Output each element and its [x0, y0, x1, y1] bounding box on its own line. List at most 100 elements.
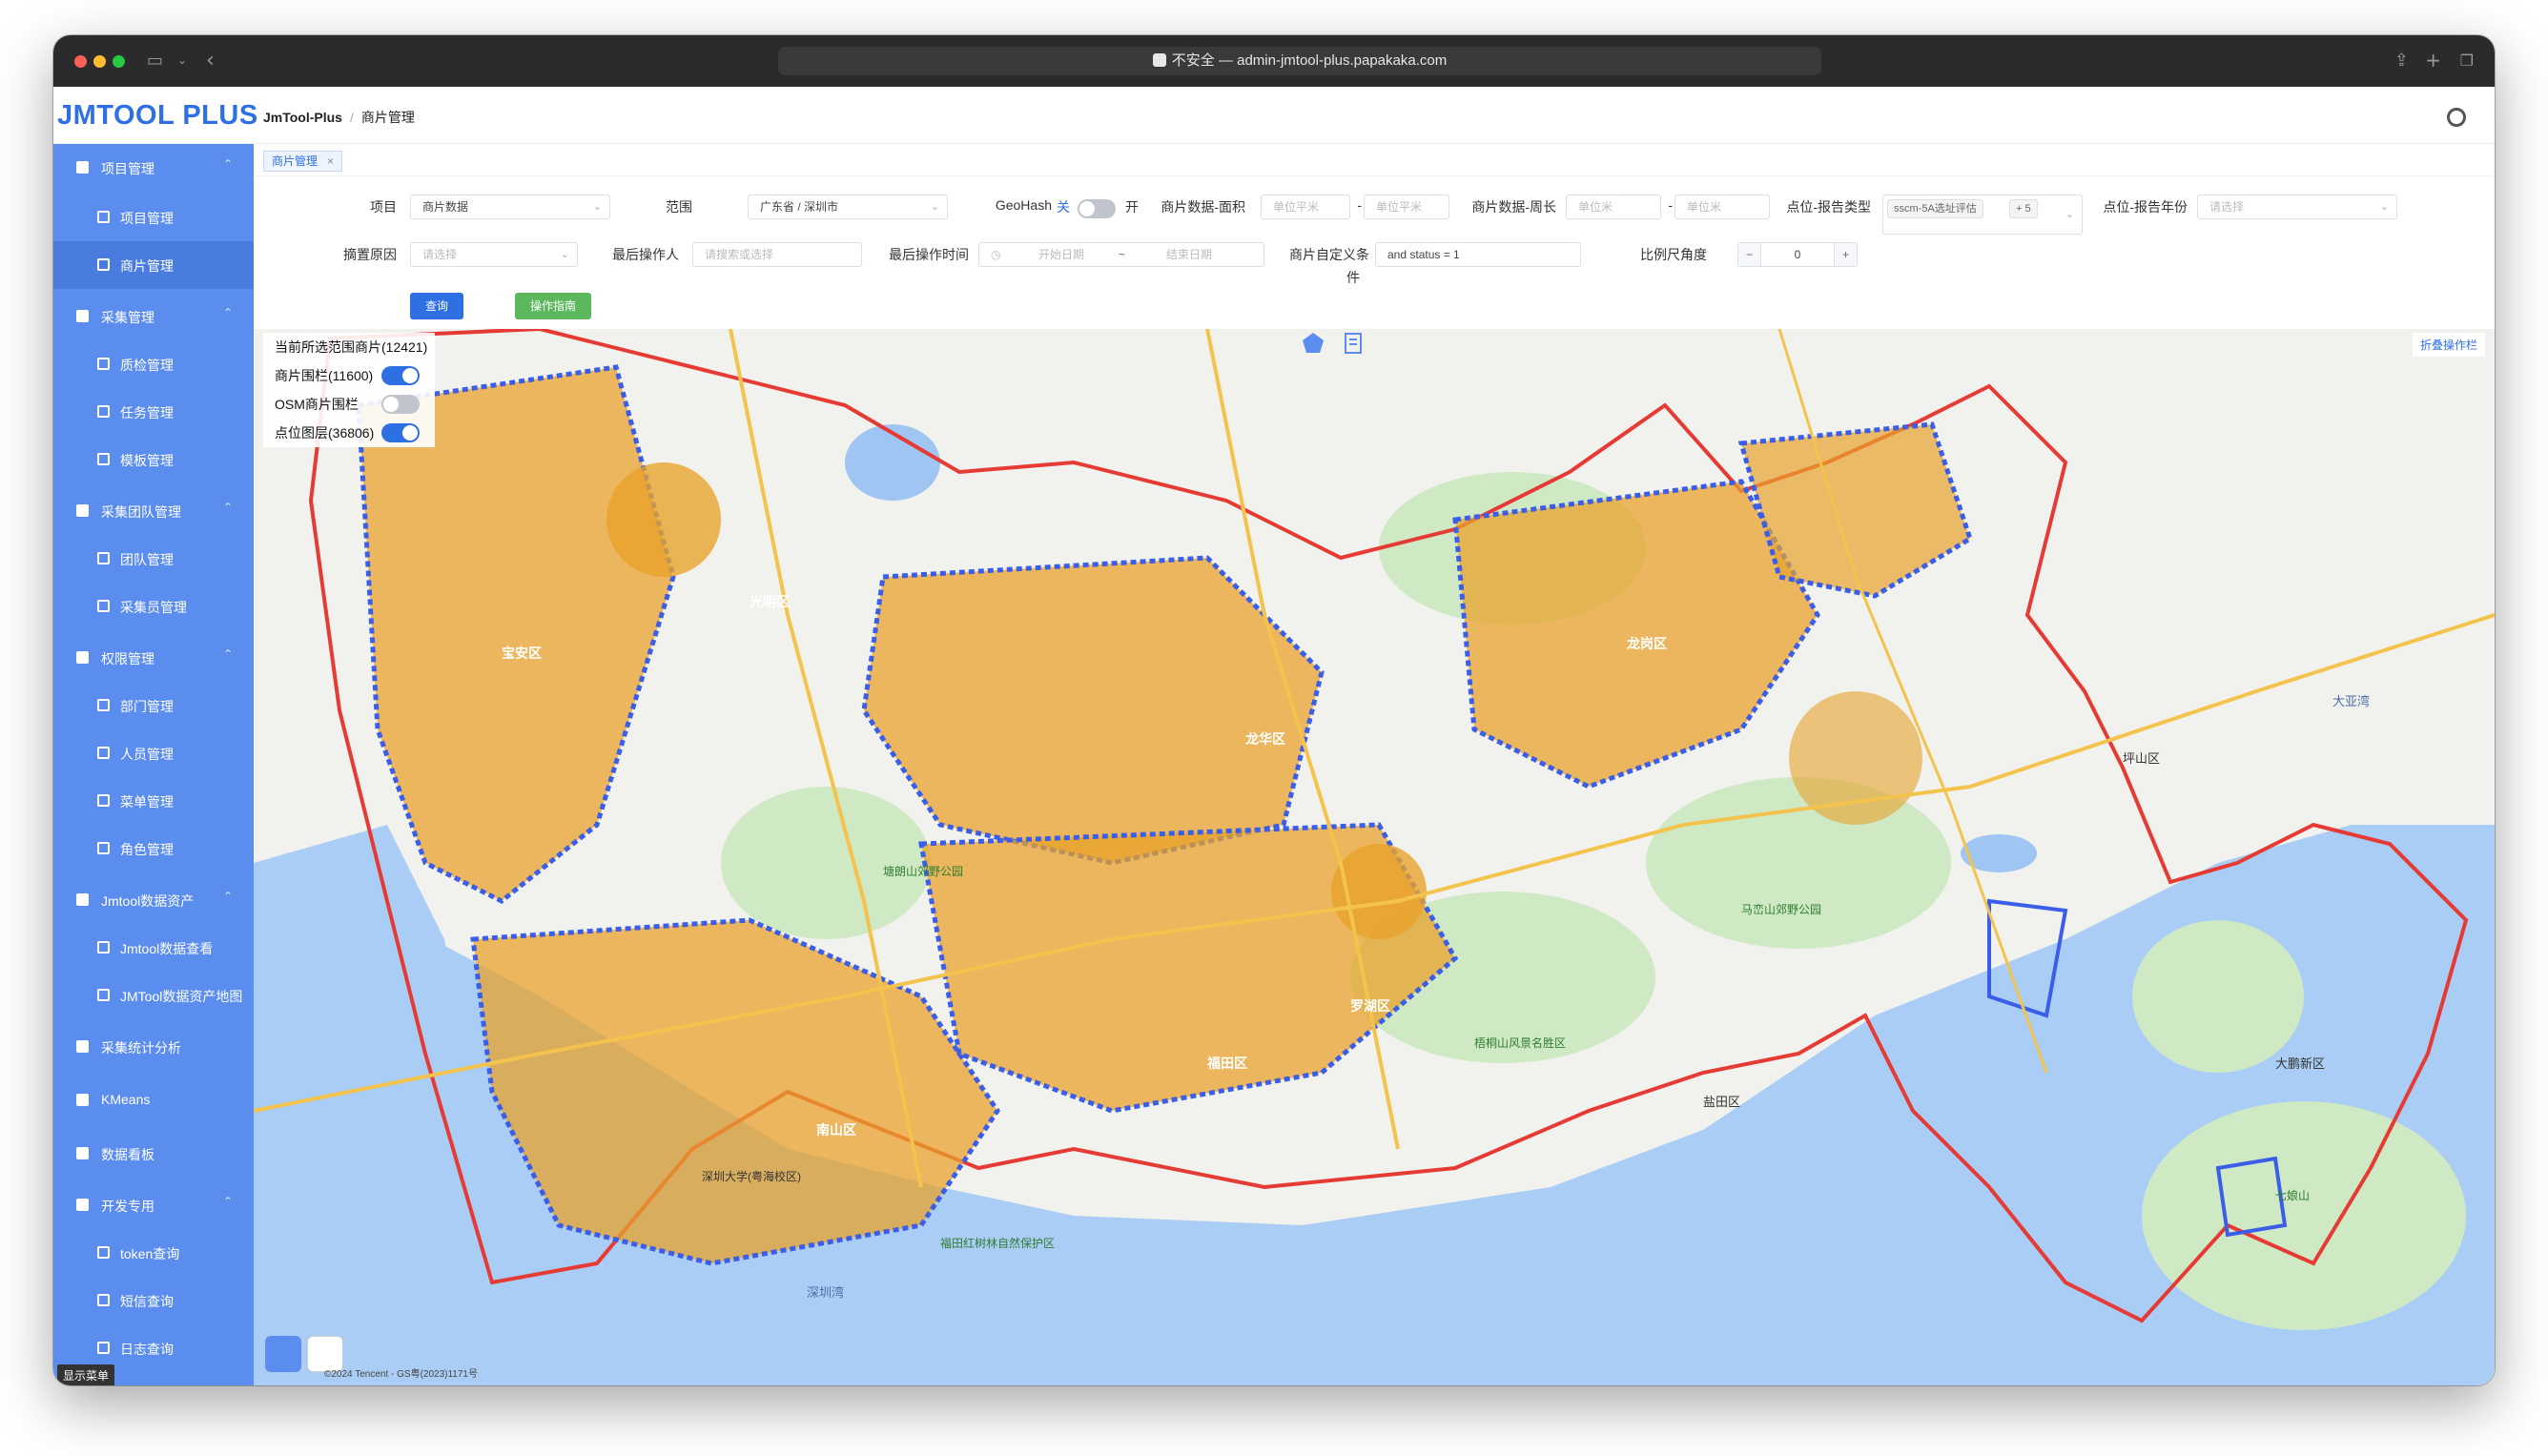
sidebar-group-label: 开发专用 [101, 1199, 154, 1214]
place-label: 七娘山 [2275, 1189, 2311, 1202]
custom-cond-value: and status = 1 [1387, 248, 1460, 261]
minimize-window-button[interactable] [93, 55, 106, 68]
map-copyright: ©2024 Tencent - GS粤(2023)1171号 [324, 1369, 478, 1380]
layer-toggle-points[interactable] [381, 423, 420, 442]
sidebar-item-sms[interactable]: 短信查询 [53, 1277, 254, 1324]
address-bar[interactable]: 不安全 — admin-jmtool-plus.papakaka.com [778, 47, 1821, 75]
area-min-input[interactable]: 单位平米 [1261, 195, 1350, 219]
close-reason-select[interactable]: 请选择 ⌄ [410, 242, 578, 267]
perimeter-max-input[interactable]: 单位米 [1675, 195, 1770, 219]
zoom-window-button[interactable] [113, 55, 125, 68]
sidebar-item-collector[interactable]: 采集员管理 [53, 583, 254, 630]
sidebar-group-assets[interactable]: Jmtool数据资产 ⌃ [53, 876, 254, 924]
project-select[interactable]: 商片数据 ⌄ [410, 195, 610, 219]
layer-toggle-osm[interactable] [381, 395, 420, 414]
app-logo[interactable]: JMTOOL PLUS [57, 100, 258, 132]
sidebar-toggle-icon[interactable]: ▭ [147, 51, 163, 71]
sidebar-item-asset-map[interactable]: JMTool数据资产地图 [53, 972, 254, 1019]
sidebar-group-dashboard[interactable]: 数据看板 [53, 1130, 254, 1178]
settings-icon[interactable] [2447, 108, 2466, 127]
place-label: 福田区 [1207, 1056, 1247, 1071]
geohash-off-label: 关 [1057, 199, 1070, 215]
sidebar-group-label: 项目管理 [101, 161, 154, 176]
guide-button[interactable]: 操作指南 [515, 293, 591, 319]
chevron-up-icon: ⌃ [222, 890, 233, 903]
perimeter-min-input[interactable]: 单位米 [1566, 195, 1661, 219]
tab-shangpian[interactable]: 商片管理 × [263, 151, 343, 172]
close-window-button[interactable] [74, 55, 87, 68]
date-range-picker[interactable]: ◷ 开始日期 ~ 结束日期 [978, 242, 1264, 267]
sidebar-group-project[interactable]: 项目管理 ⌃ [53, 144, 254, 192]
sidebar-group-collect[interactable]: 采集管理 ⌃ [53, 293, 254, 340]
scale-minus-button[interactable]: − [1738, 243, 1761, 266]
green-area [1646, 777, 1951, 949]
sidebar-item-label: 菜单管理 [120, 794, 174, 810]
chevron-down-icon[interactable]: ⌄ [177, 53, 187, 67]
geohash-toggle[interactable] [1078, 199, 1116, 218]
last-operator-select[interactable]: 请搜索或选择 [692, 242, 862, 267]
layers-icon[interactable] [265, 1336, 301, 1372]
new-tab-icon[interactable]: + [2425, 49, 2441, 72]
user-icon [76, 1147, 89, 1159]
address-text: 不安全 — admin-jmtool-plus.papakaka.com [1171, 52, 1448, 69]
area-max-placeholder: 单位平米 [1376, 200, 1423, 214]
report-type-tag[interactable]: sscm-5A选址评估 [1887, 199, 1983, 218]
green-area [2142, 1101, 2466, 1330]
sidebar-item-team[interactable]: 团队管理 [53, 535, 254, 583]
project-label: 项目 [370, 199, 397, 215]
layer-panel: 当前所选范围商片(12421) 商片围栏(11600) OSM商片围栏 点位图层… [263, 333, 435, 447]
last-operator-placeholder: 请搜索或选择 [705, 248, 774, 261]
sidebar-item-qc[interactable]: 质检管理 [53, 340, 254, 388]
last-time-label: 最后操作时间 [889, 247, 969, 262]
fold-toolbar-button[interactable]: 折叠操作栏 [2412, 333, 2485, 357]
back-icon[interactable]: ‹ [206, 49, 215, 72]
perimeter-label: 商片数据-周长 [1471, 199, 1556, 215]
tab-overview-icon[interactable]: ❐ [2460, 51, 2474, 70]
polygon-draw-icon[interactable] [1301, 331, 1325, 356]
map-view[interactable]: 光明区 龙华区 龙岗区 南山区 福田区 罗湖区 宝安区 坪山区 盐田区 大鹏新区… [254, 329, 2495, 1385]
breadcrumb-current: 商片管理 [360, 110, 415, 125]
sidebar: 项目管理 ⌃ 项目管理 商片管理 采集管理 ⌃ 质检管理 任务管理 模板管理 采集团… [53, 144, 254, 1385]
sidebar-item-label: 团队管理 [120, 552, 174, 567]
layer-label: OSM商片围栏 [275, 397, 359, 412]
custom-cond-input[interactable]: and status = 1 [1375, 242, 1581, 267]
layer-toggle-fence[interactable] [381, 366, 420, 385]
sidebar-item-dept[interactable]: 部门管理 [53, 682, 254, 729]
sidebar-item-staff[interactable]: 人员管理 [53, 729, 254, 777]
sidebar-item-menu[interactable]: 菜单管理 [53, 777, 254, 825]
sidebar-item-task[interactable]: 任务管理 [53, 388, 254, 436]
sidebar-item-token[interactable]: token查询 [53, 1229, 254, 1277]
sidebar-group-permission[interactable]: 权限管理 ⌃ [53, 634, 254, 682]
scale-value: 0 [1794, 248, 1801, 261]
breadcrumb-root[interactable]: JmTool-Plus [263, 110, 342, 125]
report-type-select[interactable]: sscm-5A选址评估 + 5 ⌄ [1882, 195, 2083, 235]
sidebar-group-kmeans[interactable]: KMeans [53, 1077, 254, 1124]
scale-stepper[interactable]: − 0 + [1737, 242, 1858, 267]
chevron-up-icon: ⌃ [222, 1195, 233, 1208]
close-icon[interactable]: × [327, 154, 334, 168]
sidebar-item-template[interactable]: 模板管理 [53, 436, 254, 483]
sidebar-item-data-view[interactable]: Jmtool数据查看 [53, 924, 254, 972]
layer-row-fence: 商片围栏(11600) [263, 361, 435, 390]
range-select[interactable]: 广东省 / 深圳市 ⌄ [748, 195, 948, 219]
area-max-input[interactable]: 单位平米 [1364, 195, 1449, 219]
sidebar-group-team[interactable]: 采集团队管理 ⌃ [53, 487, 254, 535]
map-canvas[interactable] [254, 329, 2495, 1385]
perimeter-max-placeholder: 单位米 [1687, 200, 1722, 214]
scale-plus-button[interactable]: + [1834, 243, 1857, 266]
place-label: 大亚湾 [2332, 694, 2371, 708]
query-button[interactable]: 查询 [410, 293, 463, 319]
chevron-up-icon: ⌃ [222, 306, 233, 319]
sidebar-item-role[interactable]: 角色管理 [53, 825, 254, 872]
sidebar-item-shangpian[interactable]: 商片管理 [53, 241, 254, 289]
sidebar-group-stats[interactable]: 采集统计分析 [53, 1023, 254, 1071]
sidebar-group-dev[interactable]: 开发专用 ⌃ [53, 1181, 254, 1229]
sidebar-item-project[interactable]: 项目管理 [53, 194, 254, 241]
chevron-down-icon: ⌄ [560, 248, 569, 260]
sidebar-group-label: 采集管理 [101, 310, 154, 325]
chevron-up-icon: ⌃ [222, 647, 233, 661]
report-year-select[interactable]: 请选择 ⌄ [2197, 195, 2397, 219]
document-icon[interactable] [1341, 331, 1366, 356]
share-icon[interactable]: ⇪ [2394, 51, 2409, 71]
range-value: 广东省 / 深圳市 [760, 200, 839, 214]
